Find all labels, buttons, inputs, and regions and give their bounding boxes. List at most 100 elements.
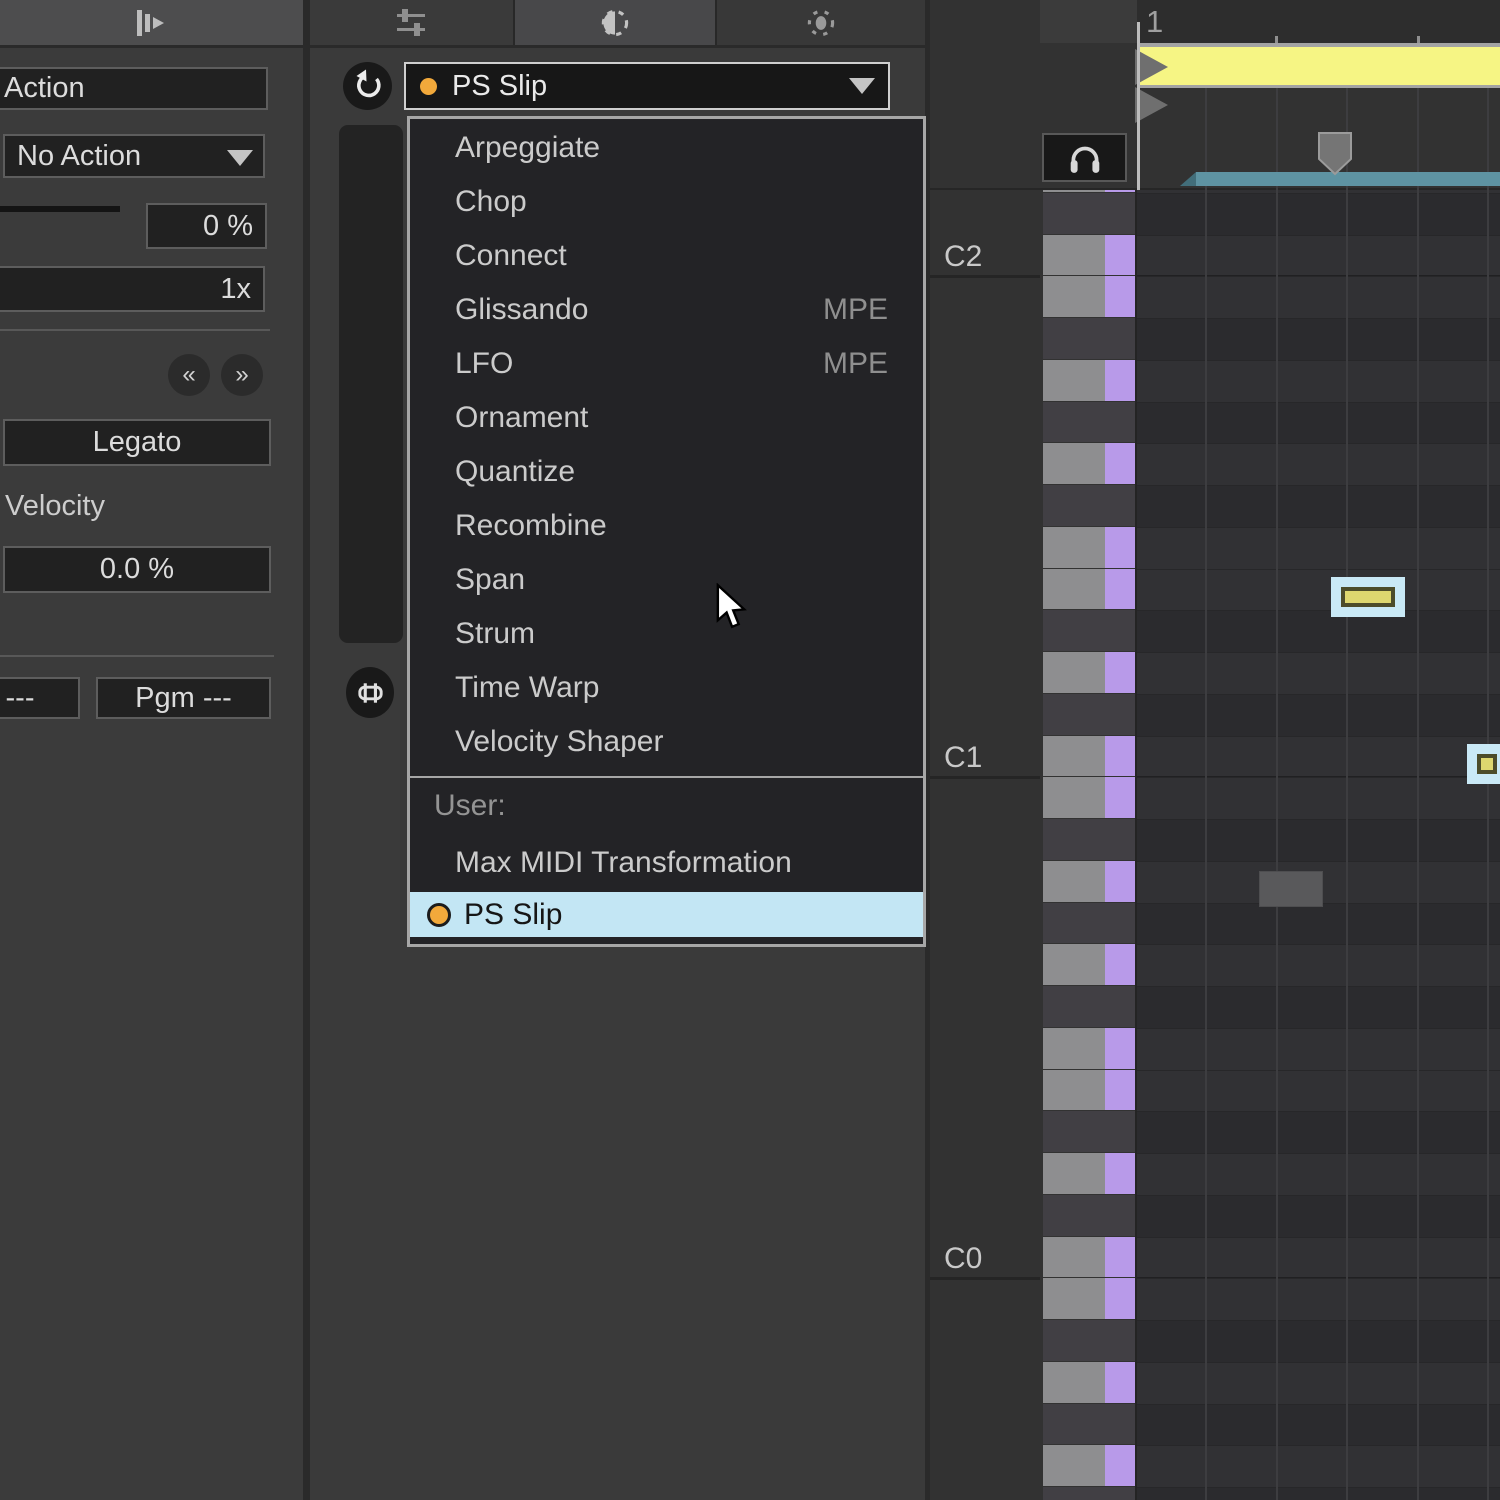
audition-button[interactable]	[1042, 133, 1127, 182]
menu-user-item-max-midi-transformation[interactable]: Max MIDI Transformation	[410, 834, 923, 892]
scale-highlight-strip	[1105, 777, 1135, 818]
menu-item-label: Chop	[455, 185, 527, 219]
piano-key-Gs1[interactable]	[1043, 402, 1135, 443]
piano-key-A1[interactable]	[1043, 360, 1135, 401]
insert-marker[interactable]	[1137, 22, 1140, 190]
piano-key-Ds1[interactable]	[1043, 610, 1135, 651]
grid-row-F1	[1137, 527, 1500, 569]
grid-row-As-1	[1137, 1320, 1500, 1362]
piano-key-As0[interactable]	[1043, 819, 1135, 860]
bank-field[interactable]: ---	[0, 677, 80, 719]
piano-keys[interactable]	[1040, 190, 1137, 1500]
menu-item-glissando[interactable]: GlissandoMPE	[410, 283, 923, 337]
rate-value: 1x	[220, 273, 251, 306]
locator-flag-icon[interactable]	[1318, 132, 1353, 176]
piano-key-Fs0[interactable]	[1043, 986, 1135, 1027]
piano-key-F1[interactable]	[1043, 527, 1135, 568]
tab-generate[interactable]	[717, 0, 925, 45]
piano-key-Cs0[interactable]	[1043, 1195, 1135, 1236]
menu-item-label: Velocity Shaper	[455, 725, 663, 759]
piano-key-C2[interactable]	[1043, 235, 1135, 276]
grid-row-G1	[1137, 443, 1500, 485]
menu-item-ornament[interactable]: Ornament	[410, 391, 923, 445]
piano-key-C1[interactable]	[1043, 736, 1135, 777]
action-section-header: Action	[0, 67, 268, 110]
menu-item-label: Connect	[455, 239, 567, 273]
piano-key-B-1[interactable]	[1043, 1278, 1135, 1319]
menu-item-time-warp[interactable]: Time Warp	[410, 661, 923, 715]
transform-preset-select[interactable]: PS Slip	[404, 62, 890, 110]
piano-key-E0[interactable]	[1043, 1070, 1135, 1111]
action-select[interactable]: No Action	[3, 134, 265, 178]
piano-key-D1[interactable]	[1043, 652, 1135, 693]
menu-user-item-ps-slip[interactable]: PS Slip	[410, 892, 923, 937]
midi-note-body	[1477, 754, 1497, 774]
velocity-field[interactable]: 0.0 %	[3, 546, 271, 593]
menu-item-span[interactable]: Span	[410, 553, 923, 607]
program-field[interactable]: Pgm ---	[96, 677, 271, 719]
scale-highlight-strip	[1105, 1278, 1135, 1319]
menu-item-chop[interactable]: Chop	[410, 175, 923, 229]
piano-key-G1[interactable]	[1043, 443, 1135, 484]
piano-key-Fs1[interactable]	[1043, 485, 1135, 526]
piano-key-Gs0[interactable]	[1043, 903, 1135, 944]
tab-transform[interactable]	[515, 0, 715, 45]
tab-clip-overview[interactable]	[0, 0, 303, 45]
piano-key-B0[interactable]	[1043, 777, 1135, 818]
menu-item-strum[interactable]: Strum	[410, 607, 923, 661]
legato-label: Legato	[93, 426, 182, 459]
piano-key-Ds0[interactable]	[1043, 1111, 1135, 1152]
amount-slider[interactable]	[0, 206, 120, 212]
piano-key-D0[interactable]	[1043, 1153, 1135, 1194]
legato-button[interactable]: Legato	[3, 419, 271, 466]
grid-row-G-1	[1137, 1445, 1500, 1487]
grid-row-C1	[1137, 736, 1500, 778]
piano-key-As-1[interactable]	[1043, 1320, 1135, 1361]
midi-note-body	[1341, 587, 1395, 607]
tab-expression[interactable]	[310, 0, 513, 45]
loop-toggle-button[interactable]	[346, 667, 394, 718]
piano-key-G-1[interactable]	[1043, 1445, 1135, 1486]
piano-key-Cs2[interactable]	[1043, 193, 1135, 234]
piano-key-G0[interactable]	[1043, 944, 1135, 985]
note-grid[interactable]	[1137, 190, 1500, 1500]
piano-key-C0[interactable]	[1043, 1237, 1135, 1278]
amount-field[interactable]: 0 %	[146, 203, 267, 249]
menu-item-arpeggiate[interactable]: Arpeggiate	[410, 121, 923, 175]
piano-key-Gs-1[interactable]	[1043, 1404, 1135, 1445]
piano-key-Cs1[interactable]	[1043, 694, 1135, 735]
piano-key-A0[interactable]	[1043, 861, 1135, 902]
grid-row-Fs0	[1137, 986, 1500, 1028]
velocity-value: 0.0 %	[100, 553, 174, 586]
rate-field[interactable]: 1x	[0, 266, 265, 312]
piano-key-Fs-1[interactable]	[1043, 1487, 1135, 1500]
midi-note-selected-c1[interactable]	[1467, 744, 1500, 784]
scale-highlight-strip	[1105, 861, 1135, 902]
piano-key-E1[interactable]	[1043, 569, 1135, 610]
divider	[0, 329, 270, 331]
shift-left-button[interactable]: «	[168, 354, 210, 396]
menu-item-recombine[interactable]: Recombine	[410, 499, 923, 553]
loop-region-bar[interactable]	[1137, 47, 1500, 85]
piano-key-As1[interactable]	[1043, 318, 1135, 359]
scale-highlight-strip	[1105, 736, 1135, 777]
program-value: Pgm ---	[135, 682, 232, 715]
piano-key-B1[interactable]	[1043, 276, 1135, 317]
scale-highlight-strip	[1105, 235, 1135, 276]
grid-row-As1	[1137, 318, 1500, 360]
grid-vertical-line	[1487, 88, 1489, 1500]
piano-key-A-1[interactable]	[1043, 1362, 1135, 1403]
piano-key-F0[interactable]	[1043, 1028, 1135, 1069]
shift-right-button[interactable]: »	[221, 354, 263, 396]
menu-item-velocity-shaper[interactable]: Velocity Shaper	[410, 715, 923, 769]
midi-note-ghost-a0[interactable]	[1259, 871, 1323, 907]
refresh-button[interactable]	[343, 62, 392, 110]
double-chevron-left-icon: «	[182, 361, 195, 389]
transform-icon	[596, 4, 634, 42]
panel-divider	[303, 0, 310, 1500]
midi-note-selected-e1[interactable]	[1331, 577, 1405, 617]
menu-item-quantize[interactable]: Quantize	[410, 445, 923, 499]
menu-item-lfo[interactable]: LFOMPE	[410, 337, 923, 391]
piano-key-D2[interactable]	[1043, 190, 1135, 192]
menu-item-connect[interactable]: Connect	[410, 229, 923, 283]
